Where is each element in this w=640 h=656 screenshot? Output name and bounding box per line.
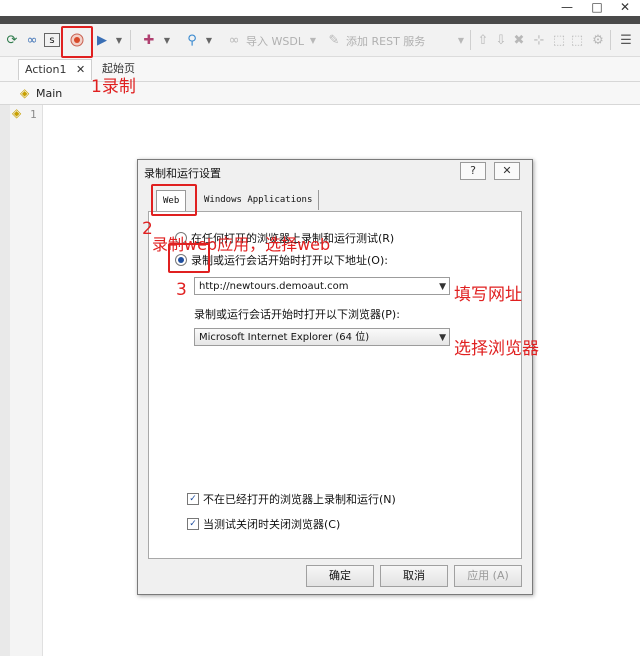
chevron-down-icon[interactable]: ▼ <box>439 329 446 347</box>
title-bar <box>0 0 640 16</box>
annotation-step1: 1录制 <box>91 77 136 97</box>
expand-icon: ⊹ <box>533 32 545 48</box>
browser-combobox[interactable]: Microsoft Internet Explorer (64 位) ▼ <box>194 328 450 346</box>
annotation-step3-number: 3 <box>176 280 187 300</box>
link-icon[interactable]: ∞ <box>24 32 40 48</box>
url-value: http://newtours.demoaut.com <box>199 281 349 292</box>
ok-button[interactable]: 确定 <box>306 565 374 587</box>
chevron-down-icon[interactable]: ▼ <box>439 278 446 296</box>
add-rest-button: 添加 REST 服务 <box>346 35 426 48</box>
dialog-title: 录制和运行设置 <box>144 167 221 180</box>
check-not-open-label: 不在已经打开的浏览器上录制和运行(N) <box>203 493 396 506</box>
rest-dropdown-icon: ▼ <box>457 35 465 45</box>
browser-label: 录制或运行会话开始时打开以下浏览器(P): <box>194 308 400 321</box>
checkbox-close-browser[interactable]: ✓ <box>187 518 199 530</box>
rest-icon: ✎ <box>328 32 340 48</box>
line-gutter <box>10 105 43 656</box>
pin-icon[interactable]: ⚲ <box>184 32 200 48</box>
toolbar-separator <box>610 30 611 50</box>
refresh-icon[interactable]: ⟳ <box>4 32 20 48</box>
help-button[interactable]: ? <box>460 162 486 180</box>
check-close-label: 当测试关闭时关闭浏览器(C) <box>203 518 341 531</box>
maximize-button[interactable]: □ <box>586 0 608 14</box>
close-window-button[interactable]: ✕ <box>614 0 636 14</box>
add-step-dropdown-icon[interactable]: ▼ <box>162 32 172 48</box>
wsdl-dropdown-icon: ▼ <box>309 35 317 45</box>
dialog-close-button[interactable]: ✕ <box>494 162 520 180</box>
line-number: 1 <box>30 108 37 121</box>
tab-windows-applications[interactable]: Windows Applications <box>198 190 320 210</box>
select-all-icon: ⬚ <box>552 32 566 48</box>
step-icon: ◈ <box>12 106 22 120</box>
web-tab-highlight-box <box>151 184 197 216</box>
frame-icon: ⬚ <box>570 32 584 48</box>
run-icon[interactable]: ▶ <box>94 32 110 48</box>
list-icon[interactable]: ☰ <box>618 32 634 48</box>
record-highlight-box <box>61 26 93 58</box>
apply-button[interactable]: 应用 (A) <box>454 565 522 587</box>
check-close-row[interactable]: ✓ 当测试关闭时关闭浏览器(C) <box>187 516 340 532</box>
ribbon-strip <box>0 16 640 24</box>
move-down-icon: ⇩ <box>495 32 507 48</box>
tab-action1[interactable]: Action1 ✕ <box>18 59 93 80</box>
url-combobox[interactable]: http://newtours.demoaut.com ▼ <box>194 277 450 295</box>
pin-dropdown-icon[interactable]: ▼ <box>204 32 214 48</box>
action-icon: ◈ <box>20 86 30 100</box>
move-up-icon: ⇧ <box>477 32 489 48</box>
toolbar-separator <box>130 30 131 50</box>
run-dropdown-icon[interactable]: ▼ <box>114 32 124 48</box>
check-not-open-row[interactable]: ✓ 不在已经打开的浏览器上录制和运行(N) <box>187 491 396 507</box>
delete-icon: ✖ <box>513 32 525 48</box>
annotation-choose-browser: 选择浏览器 <box>454 339 539 359</box>
checkbox-not-open[interactable]: ✓ <box>187 493 199 505</box>
toolbar: ⟳ ∞ s ▶ ▼ ✚ ▼ ⚲ ▼ ∞ 导入 WSDL ▼ ✎ 添加 REST … <box>0 24 640 57</box>
editor-left-margin <box>0 105 10 656</box>
minimize-button[interactable]: — <box>556 0 578 14</box>
wsdl-icon: ∞ <box>228 32 240 48</box>
tab-label: Action1 <box>25 63 67 76</box>
annotation-fill-url: 填写网址 <box>454 285 522 305</box>
settings-icon: ⚙ <box>592 32 604 48</box>
cancel-button[interactable]: 取消 <box>380 565 448 587</box>
toolbar-separator <box>470 30 471 50</box>
script-icon[interactable]: s <box>44 33 60 47</box>
browser-value: Microsoft Internet Explorer (64 位) <box>199 332 370 343</box>
breadcrumb-main[interactable]: Main <box>36 87 62 100</box>
add-step-icon[interactable]: ✚ <box>140 32 158 48</box>
close-icon[interactable]: ✕ <box>76 63 85 76</box>
record-run-settings-dialog: 录制和运行设置 ? ✕ Web Windows Applications 在任何… <box>137 159 533 595</box>
import-wsdl-button: 导入 WSDL <box>246 35 304 48</box>
radio-highlight-box <box>168 243 210 273</box>
